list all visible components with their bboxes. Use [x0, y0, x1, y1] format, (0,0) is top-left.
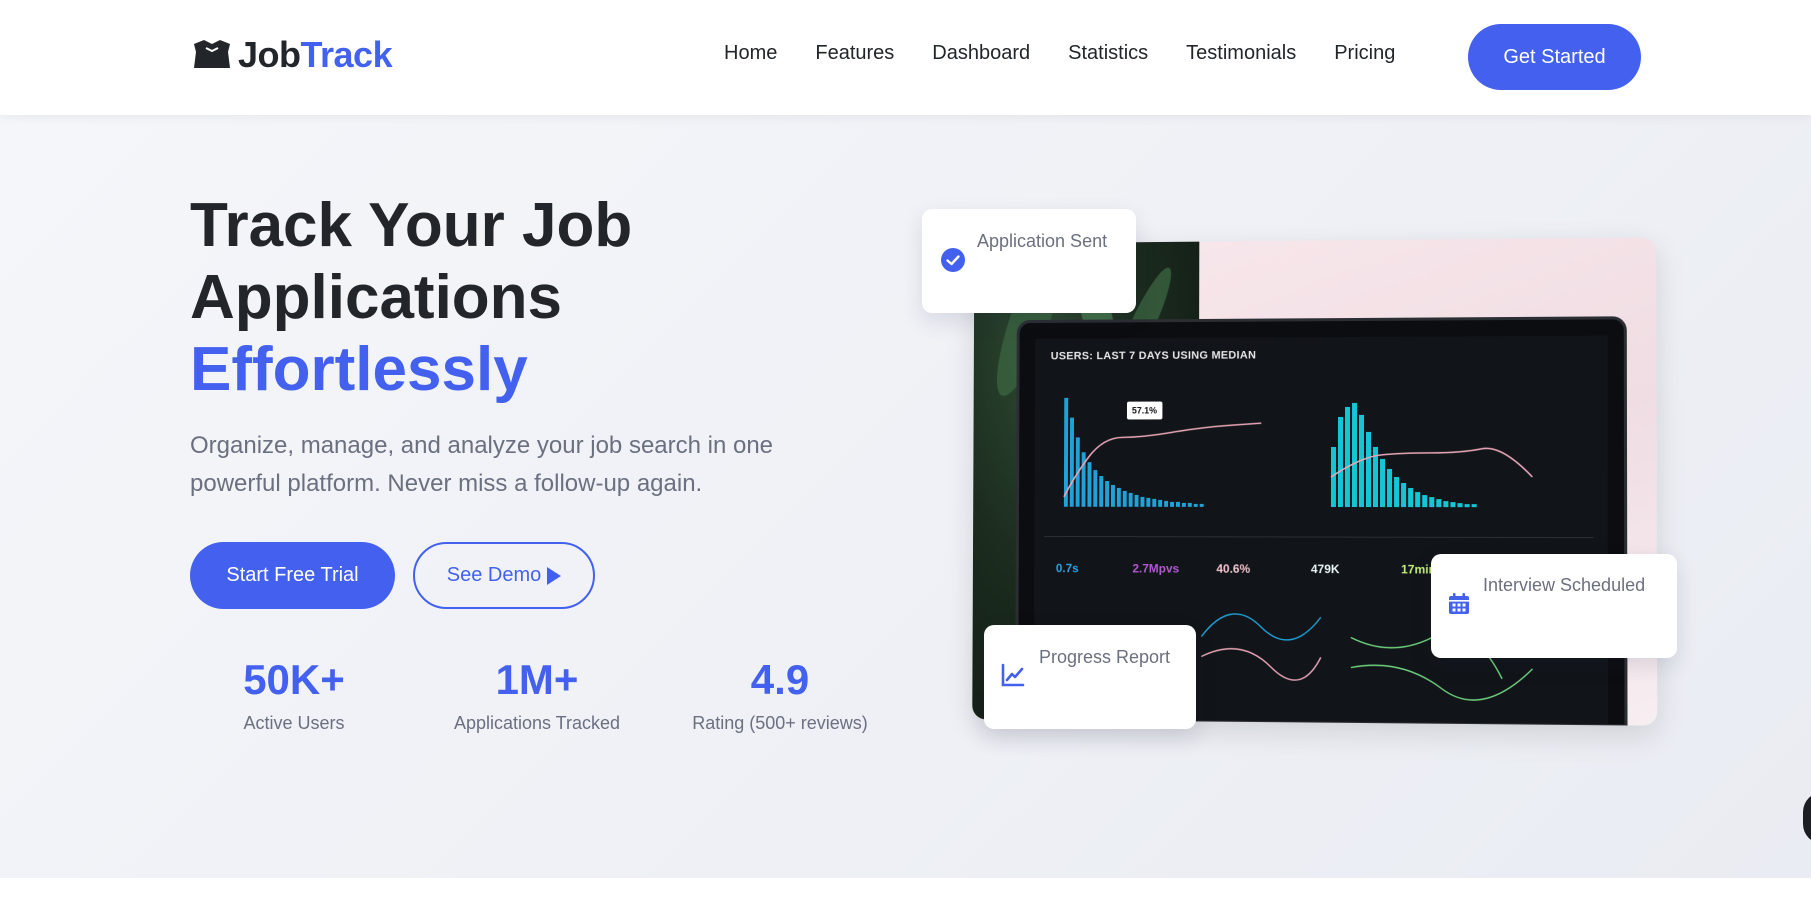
- metric-value: 479K: [1310, 562, 1340, 577]
- card-label: Progress Report: [1039, 647, 1171, 667]
- hero-title-accent: Effortlessly: [190, 335, 528, 404]
- nav-link-features[interactable]: Features: [815, 42, 894, 65]
- stat-rating: 4.9 Rating (500+ reviews): [680, 655, 880, 734]
- card-label: Application Sent: [977, 231, 1108, 251]
- play-icon: [547, 567, 562, 585]
- brand-name-part1: Job: [238, 34, 301, 75]
- nav-link-testimonials[interactable]: Testimonials: [1186, 42, 1296, 65]
- hero-section: Track Your Job Applications Effortlessly…: [0, 115, 1811, 878]
- nav-link-pricing[interactable]: Pricing: [1334, 42, 1395, 65]
- metric-value: 0.7s: [1055, 561, 1079, 576]
- card-label: Interview Scheduled: [1483, 575, 1646, 595]
- see-demo-button[interactable]: See Demo: [413, 542, 595, 609]
- check-circle-icon: [941, 248, 965, 272]
- hero-title-line2: Applications: [190, 263, 563, 332]
- card-interview-scheduled: Interview Scheduled: [1431, 554, 1677, 658]
- metric-value: 2.7Mpvs: [1132, 561, 1180, 576]
- nav-link-statistics[interactable]: Statistics: [1068, 42, 1148, 65]
- stat-value: 50K+: [243, 656, 345, 703]
- line-chart-icon: [1001, 663, 1025, 687]
- start-free-trial-button[interactable]: Start Free Trial: [190, 542, 395, 609]
- card-progress-report: Progress Report: [984, 625, 1196, 729]
- chart-tooltip: 57.1%: [1126, 401, 1162, 420]
- brand-logo[interactable]: Job Track: [190, 34, 393, 76]
- nav-link-dashboard[interactable]: Dashboard: [932, 42, 1030, 65]
- stat-applications-tracked: 1M+ Applications Tracked: [437, 655, 637, 734]
- metric-value: 40.6%: [1216, 561, 1251, 576]
- card-application-sent: Application Sent: [922, 209, 1136, 313]
- nav-link-home[interactable]: Home: [724, 42, 777, 65]
- calendar-icon: [1449, 593, 1469, 614]
- get-started-button[interactable]: Get Started: [1468, 24, 1641, 90]
- brand-name-part2: Track: [300, 34, 393, 75]
- stat-active-users: 50K+ Active Users: [224, 655, 364, 734]
- briefcase-icon: [194, 40, 230, 68]
- stat-label: Active Users: [243, 713, 345, 733]
- stat-value: 1M+: [495, 656, 579, 703]
- hero-title: Track Your Job Applications Effortlessly: [190, 190, 910, 406]
- nav-links: Home Features Dashboard Statistics Testi…: [724, 42, 1433, 65]
- stat-label: Applications Tracked: [453, 713, 621, 733]
- stat-label: Rating (500+ reviews): [692, 713, 868, 733]
- navbar: Job Track Home Features Dashboard Statist…: [0, 0, 1811, 115]
- hero-description: Organize, manage, and analyze your job s…: [190, 432, 774, 497]
- stat-value: 4.9: [750, 656, 810, 703]
- hero-title-line1: Track Your Job: [190, 191, 633, 260]
- see-demo-label: See Demo: [446, 564, 542, 586]
